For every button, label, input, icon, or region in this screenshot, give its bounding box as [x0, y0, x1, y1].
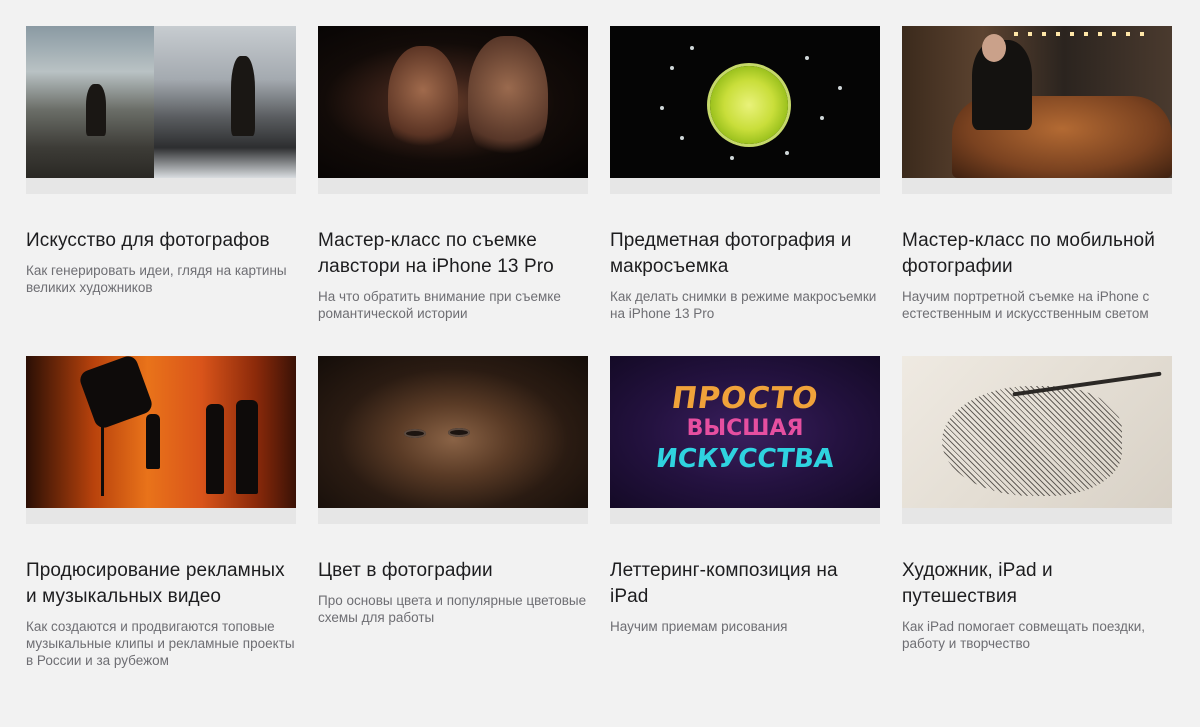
course-description: Про основы цвета и популярные цветовые с… — [318, 593, 587, 625]
course-title[interactable]: Мастер-класс по мобильной фотографии — [902, 228, 1172, 280]
course-description: Как генерировать идеи, глядя на картины … — [26, 263, 287, 295]
course-thumbnail[interactable] — [610, 26, 880, 194]
course-card[interactable]: Мастер-класс по мобильной фотографии Нау… — [902, 26, 1172, 356]
course-card[interactable]: Искусство для фотографов Как генерироват… — [26, 26, 296, 356]
course-title[interactable]: Мастер-класс по съемке лавстори на iPhon… — [318, 228, 588, 280]
course-card[interactable]: Художник, iPad и путешествия Как iPad по… — [902, 356, 1172, 727]
course-description: На что обратить внимание при съемке рома… — [318, 289, 561, 321]
course-title[interactable]: Леттеринг-композиция на iPad — [610, 558, 880, 610]
course-card[interactable]: Цвет в фотографии Про основы цвета и поп… — [318, 356, 588, 727]
video-set-image — [26, 356, 296, 508]
face-portrait-image — [318, 356, 588, 508]
lime-splash-image — [610, 26, 880, 178]
course-card[interactable]: Мастер-класс по съемке лавстори на iPhon… — [318, 26, 588, 356]
portrait-on-sofa-image — [902, 26, 1172, 178]
lettering-artwork: ПРОСТО ВЫСШАЯ ИСКУССТВА — [654, 381, 836, 474]
course-thumbnail[interactable] — [318, 26, 588, 194]
course-thumbnail[interactable] — [902, 356, 1172, 524]
course-title[interactable]: Художник, iPad и путешествия — [902, 558, 1172, 610]
course-card[interactable]: ПРОСТО ВЫСШАЯ ИСКУССТВА Леттеринг-композ… — [610, 356, 880, 727]
course-thumbnail[interactable] — [26, 356, 296, 524]
course-thumbnail[interactable] — [318, 356, 588, 524]
course-description: Как iPad помогает совмещать поездки, раб… — [902, 619, 1146, 651]
course-description: Научим портретной съемке на iPhone с ест… — [902, 289, 1150, 321]
course-card[interactable]: Предметная фотография и макросъемка Как … — [610, 26, 880, 356]
course-card[interactable]: Продюсирование рекламных и музыкальных в… — [26, 356, 296, 727]
hand-sketch-image — [902, 356, 1172, 508]
course-grid: Искусство для фотографов Как генерироват… — [26, 26, 1172, 727]
course-description: Как делать снимки в режиме макросъемки н… — [610, 289, 877, 321]
course-thumbnail[interactable]: ПРОСТО ВЫСШАЯ ИСКУССТВА — [610, 356, 880, 524]
couple-portrait-image — [318, 26, 588, 178]
course-thumbnail[interactable] — [26, 26, 296, 194]
course-title[interactable]: Искусство для фотографов — [26, 228, 296, 254]
course-description: Как создаются и продвигаются топовые муз… — [26, 619, 295, 668]
lettering-image: ПРОСТО ВЫСШАЯ ИСКУССТВА — [610, 356, 880, 508]
course-title[interactable]: Продюсирование рекламных и музыкальных в… — [26, 558, 296, 610]
course-description: Научим приемам рисования — [610, 619, 788, 634]
course-title[interactable]: Предметная фотография и макросъемка — [610, 228, 880, 280]
course-title[interactable]: Цвет в фотографии — [318, 558, 588, 584]
painting-and-photo-image — [26, 26, 296, 178]
course-thumbnail[interactable] — [902, 26, 1172, 194]
